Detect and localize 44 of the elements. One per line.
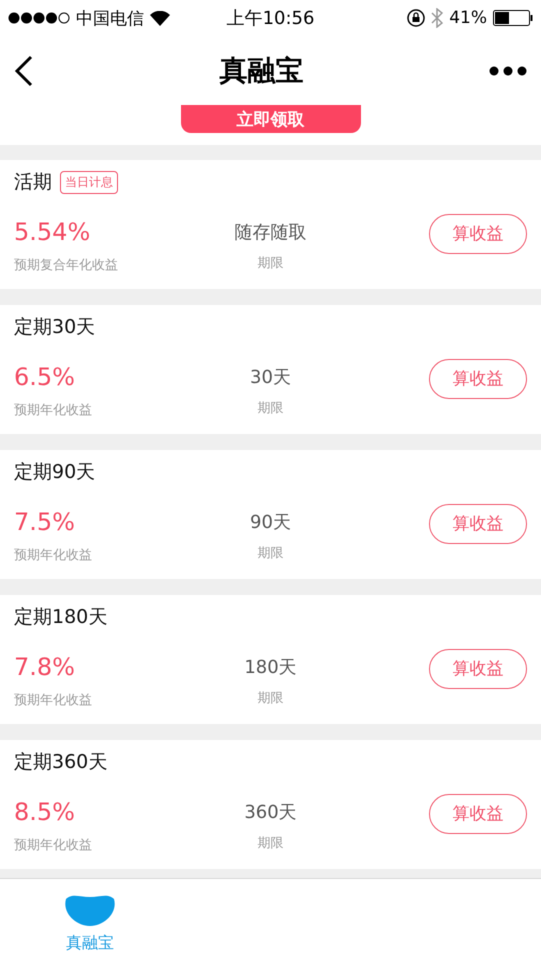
wifi-icon bbox=[150, 10, 170, 26]
rate-value: 7.8% bbox=[14, 652, 76, 680]
page-title: 真融宝 bbox=[220, 52, 304, 88]
product-title: 定期360天 bbox=[14, 750, 108, 775]
term-value: 180天 bbox=[244, 656, 297, 678]
product-tag: 当日计息 bbox=[60, 170, 118, 194]
rate-label: 预期年化收益 bbox=[14, 836, 93, 854]
term-label: 期限 bbox=[258, 400, 284, 416]
term-label: 期限 bbox=[258, 690, 284, 706]
rotation-lock-icon bbox=[407, 9, 426, 27]
rate-value: 8.5% bbox=[14, 798, 76, 826]
product-title: 定期30天 bbox=[14, 315, 96, 340]
carrier-name: 中国电信 bbox=[76, 8, 144, 30]
rate-value: 7.5% bbox=[14, 508, 76, 536]
more-icon[interactable] bbox=[489, 66, 527, 76]
clock-time: 上午10:56 bbox=[226, 7, 314, 30]
battery-icon bbox=[493, 10, 533, 26]
rate-value: 5.54% bbox=[14, 218, 92, 246]
product-title: 定期180天 bbox=[14, 605, 108, 630]
claim-button[interactable]: 立即领取 bbox=[180, 105, 360, 133]
term-value: 90天 bbox=[250, 510, 291, 534]
product-title: 定期90天 bbox=[14, 460, 96, 485]
battery-percent: 41% bbox=[449, 8, 487, 28]
calculate-button[interactable]: 算收益 bbox=[429, 794, 527, 834]
rate-label: 预期复合年化收益 bbox=[14, 256, 119, 274]
term-label: 期限 bbox=[258, 254, 284, 272]
bean-icon bbox=[64, 893, 116, 927]
calculate-button[interactable]: 算收益 bbox=[429, 504, 527, 544]
product-title: 活期 bbox=[14, 170, 52, 195]
term-label: 期限 bbox=[258, 544, 284, 562]
rate-label: 预期年化收益 bbox=[14, 402, 93, 418]
calculate-button[interactable]: 算收益 bbox=[429, 358, 527, 398]
rate-value: 6.5% bbox=[14, 362, 76, 390]
rate-label: 预期年化收益 bbox=[14, 546, 93, 564]
term-value: 随存随取 bbox=[234, 220, 306, 244]
calculate-button[interactable]: 算收益 bbox=[429, 214, 527, 254]
term-label: 期限 bbox=[258, 834, 284, 852]
bluetooth-icon bbox=[431, 8, 444, 28]
signal-icon bbox=[8, 12, 70, 24]
rate-label: 预期年化收益 bbox=[14, 692, 93, 708]
calculate-button[interactable]: 算收益 bbox=[429, 648, 527, 688]
back-icon[interactable] bbox=[14, 54, 34, 86]
term-value: 360天 bbox=[244, 800, 297, 824]
term-value: 30天 bbox=[250, 366, 291, 388]
